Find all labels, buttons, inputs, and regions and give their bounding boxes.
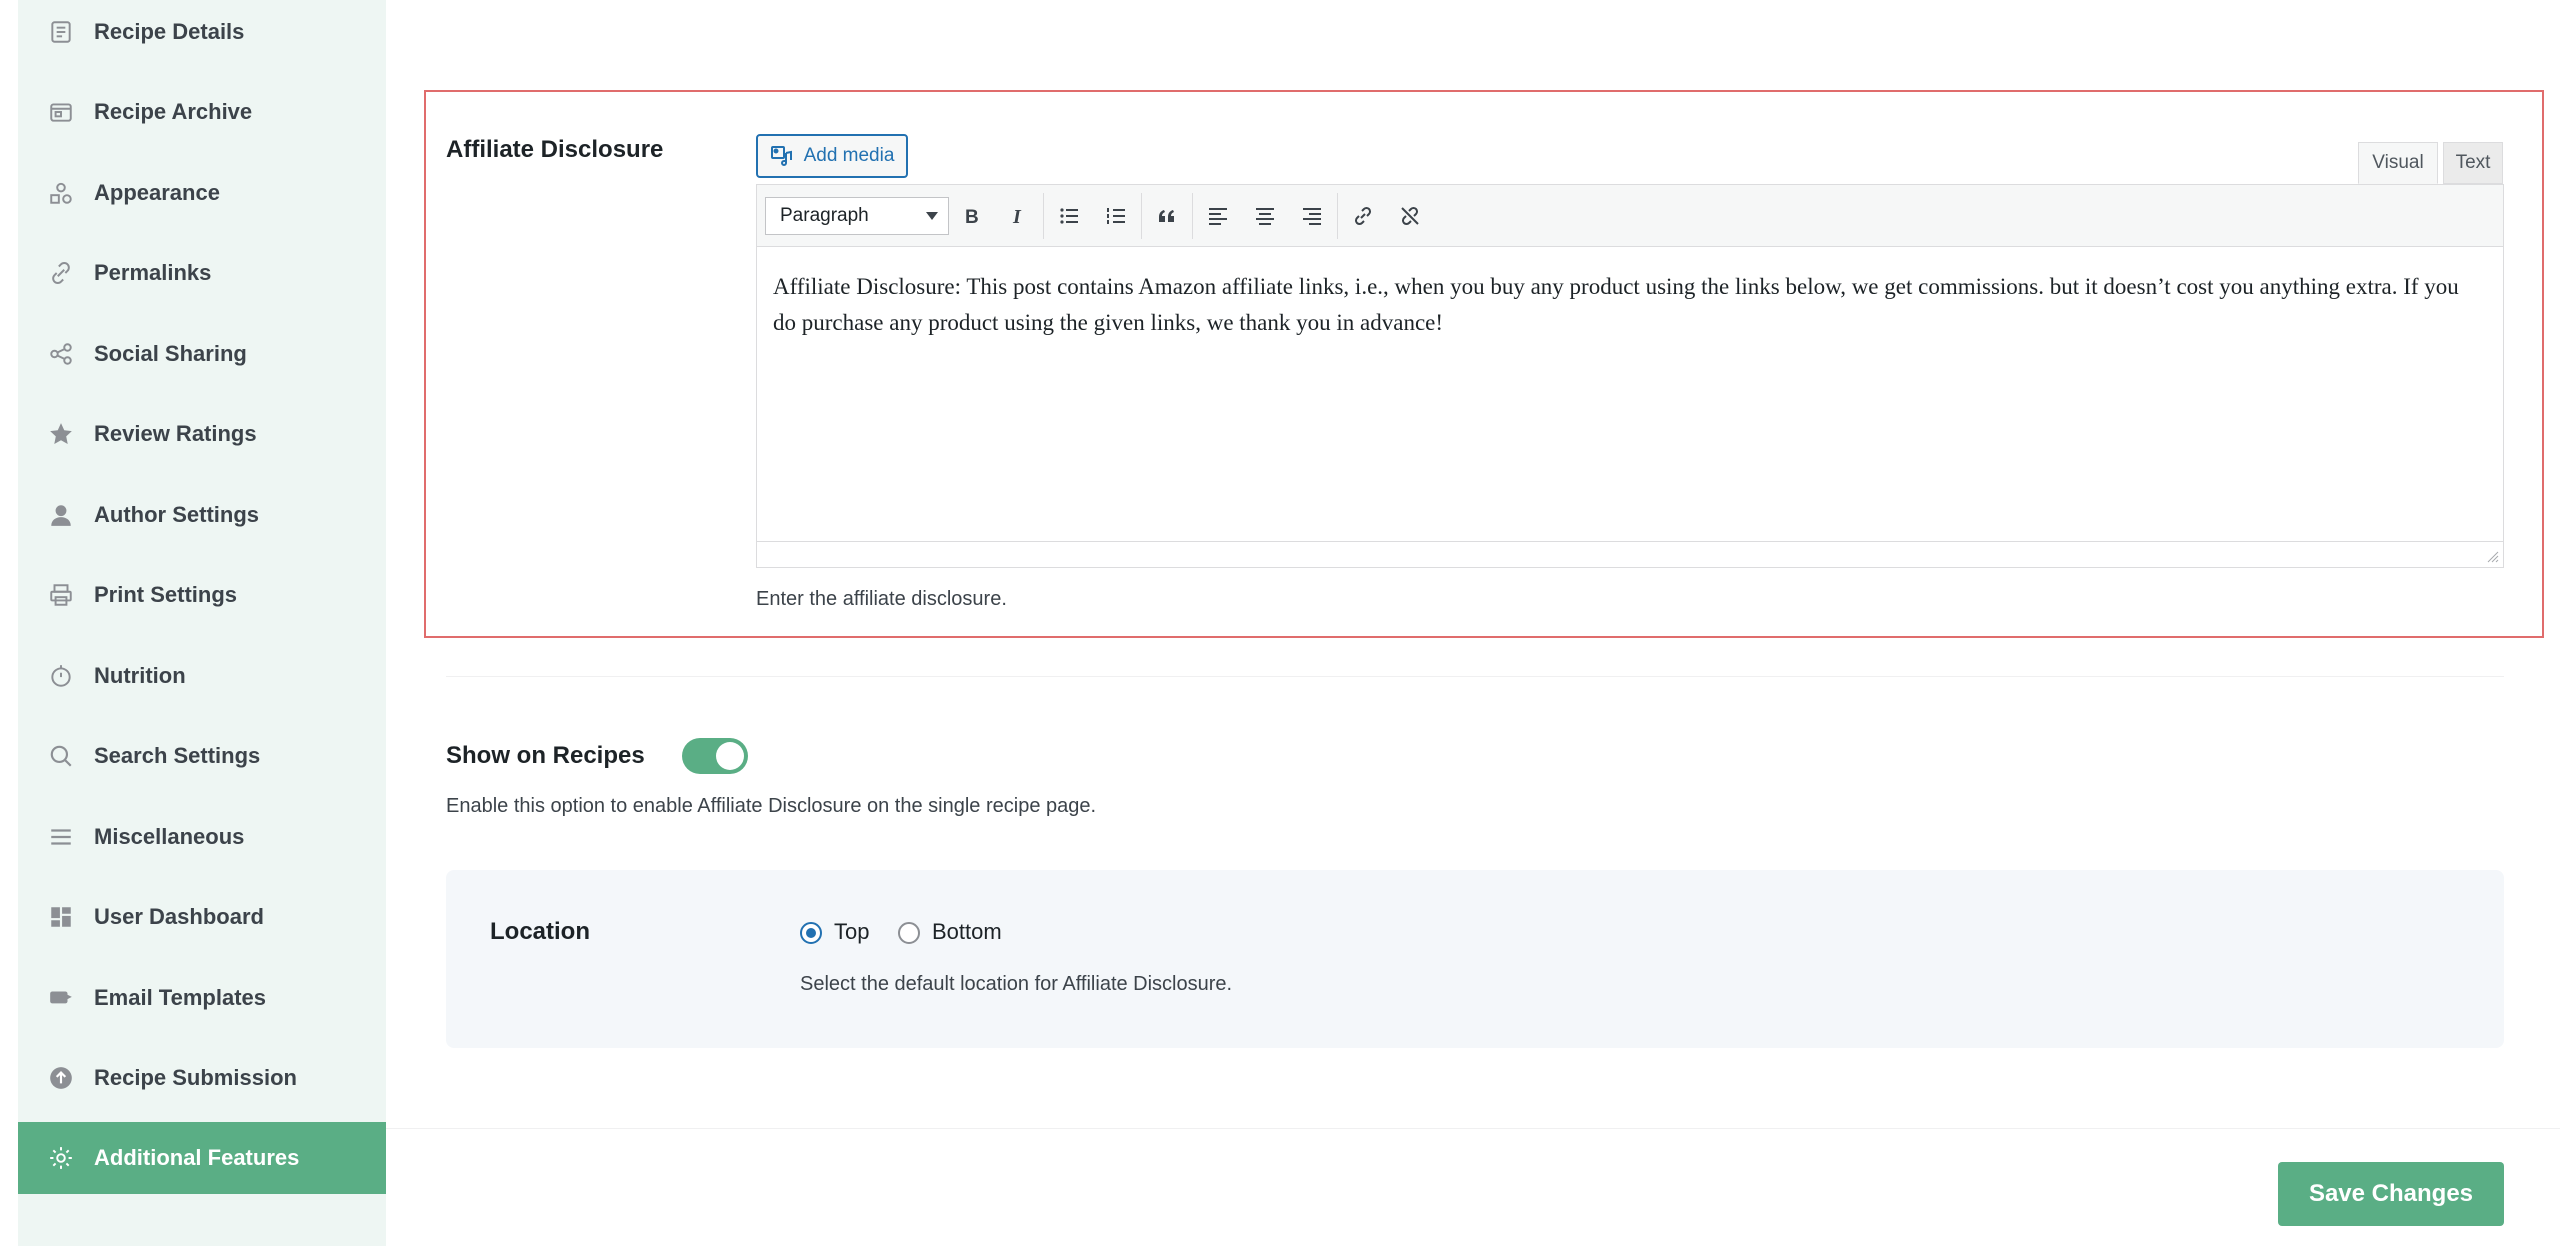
tab-text[interactable]: Text [2443, 142, 2503, 184]
sidebar-item-label: Nutrition [94, 663, 186, 688]
svg-text:I: I [1012, 206, 1022, 228]
add-media-button[interactable]: Add media [756, 134, 908, 178]
search-icon [46, 741, 76, 771]
sidebar-item-recipe-details[interactable]: Recipe Details [18, 0, 386, 68]
italic-icon: I [1012, 206, 1022, 228]
quote-icon [1159, 210, 1174, 222]
upload-icon [46, 1063, 76, 1093]
sidebar-item-social-sharing[interactable]: Social Sharing [18, 318, 386, 390]
numbered-list-button[interactable] [1097, 197, 1135, 235]
sidebar-item-label: Recipe Details [94, 19, 245, 44]
location-bottom-label[interactable]: Bottom [932, 919, 1002, 945]
sidebar-item-label: Appearance [94, 180, 220, 205]
blockquote-button[interactable] [1148, 197, 1186, 235]
star-icon [46, 419, 76, 449]
align-center-button[interactable] [1246, 197, 1284, 235]
sidebar-item-additional-features[interactable]: Additional Features [18, 1122, 386, 1194]
chevron-down-icon [926, 212, 938, 220]
add-media-label: Add media [803, 145, 895, 166]
unlink-icon [1401, 206, 1419, 226]
user-icon [46, 500, 76, 530]
bold-icon: B [965, 207, 979, 228]
show-on-recipes-toggle[interactable] [682, 738, 748, 774]
section-divider [446, 676, 2504, 677]
link-icon [46, 258, 76, 288]
location-top-radio[interactable] [800, 922, 822, 944]
footer-divider [386, 1128, 2560, 1129]
add-media-icon [770, 146, 792, 166]
sidebar-item-miscellaneous[interactable]: Miscellaneous [18, 801, 386, 873]
location-panel [446, 870, 2504, 1048]
link-icon [1354, 206, 1372, 226]
sidebar-item-recipe-archive[interactable]: Recipe Archive [18, 76, 386, 148]
dashboard-icon [46, 902, 76, 932]
nutrition-icon [46, 661, 76, 691]
toggle-knob [716, 742, 744, 770]
share-icon [46, 339, 76, 369]
sidebar-item-appearance[interactable]: Appearance [18, 157, 386, 229]
align-right-button[interactable] [1293, 197, 1331, 235]
sidebar-item-user-dashboard[interactable]: User Dashboard [18, 881, 386, 953]
sidebar-item-permalinks[interactable]: Permalinks [18, 237, 386, 309]
sidebar-item-author-settings[interactable]: Author Settings [18, 479, 386, 551]
tab-visual[interactable]: Visual [2358, 142, 2438, 184]
menu-icon [46, 822, 76, 852]
align-left-icon [1209, 208, 1227, 225]
location-top-label[interactable]: Top [834, 919, 869, 945]
archive-icon [46, 97, 76, 127]
disclosure-editor: Paragraph B I Affiliate Disclosure: This… [756, 184, 2504, 568]
sidebar-item-print-settings[interactable]: Print Settings [18, 559, 386, 631]
numbered-list-icon [1107, 208, 1125, 224]
disclosure-editor-content[interactable]: Affiliate Disclosure: This post contains… [757, 247, 2503, 543]
sidebar-item-label: Review Ratings [94, 421, 257, 446]
sidebar-item-label: Print Settings [94, 582, 238, 607]
format-select[interactable]: Paragraph [765, 197, 949, 235]
location-help-text: Select the default location for Affiliat… [800, 973, 1233, 995]
remove-link-button[interactable] [1391, 197, 1429, 235]
sidebar-item-nutrition[interactable]: Nutrition [18, 640, 386, 712]
sidebar-item-label: Miscellaneous [94, 824, 245, 849]
sidebar-item-label: Author Settings [94, 502, 259, 527]
sidebar-item-search-settings[interactable]: Search Settings [18, 720, 386, 792]
sidebar-item-label: Recipe Archive [94, 99, 253, 124]
sidebar-item-email-templates[interactable]: Email Templates [18, 962, 386, 1034]
gear-icon [46, 1143, 76, 1173]
align-left-button[interactable] [1199, 197, 1237, 235]
disclosure-help-text: Enter the affiliate disclosure. [756, 588, 1007, 610]
bulleted-list-button[interactable] [1050, 197, 1088, 235]
align-center-icon [1256, 208, 1274, 225]
sidebar-item-review-ratings[interactable]: Review Ratings [18, 398, 386, 470]
shapes-icon [46, 178, 76, 208]
sidebar-item-recipe-submission[interactable]: Recipe Submission [18, 1042, 386, 1114]
sidebar-item-label: Email Templates [94, 985, 266, 1010]
show-on-recipes-label: Show on Recipes [446, 742, 645, 769]
format-select-value: Paragraph [780, 205, 869, 226]
editor-status-bar [757, 541, 2503, 567]
location-label: Location [490, 918, 590, 945]
sidebar-item-label: Recipe Submission [94, 1065, 297, 1090]
svg-text:B: B [965, 207, 979, 228]
sidebar-item-label: Social Sharing [94, 341, 247, 366]
sidebar-item-label: User Dashboard [94, 904, 264, 929]
affiliate-disclosure-label: Affiliate Disclosure [446, 136, 664, 163]
document-icon [46, 17, 76, 47]
bold-button[interactable]: B [953, 197, 991, 235]
sidebar-item-label: Permalinks [94, 260, 212, 285]
settings-sidebar: Recipe Details Recipe Archive Appearance… [18, 0, 386, 1246]
sidebar-item-label: Search Settings [94, 743, 261, 768]
printer-icon [46, 580, 76, 610]
sidebar-item-label: Additional Features [94, 1145, 300, 1170]
insert-link-button[interactable] [1344, 197, 1382, 235]
editor-toolbar: Paragraph B I [757, 185, 2503, 247]
bullet-list-icon [1060, 208, 1078, 224]
save-changes-button[interactable]: Save Changes [2278, 1162, 2504, 1226]
resize-handle-icon[interactable] [2485, 549, 2499, 563]
show-on-recipes-help-text: Enable this option to enable Affiliate D… [446, 795, 1097, 817]
location-bottom-radio[interactable] [898, 922, 920, 944]
email-icon [46, 983, 76, 1013]
italic-button[interactable]: I [999, 197, 1037, 235]
align-right-icon [1303, 208, 1321, 225]
